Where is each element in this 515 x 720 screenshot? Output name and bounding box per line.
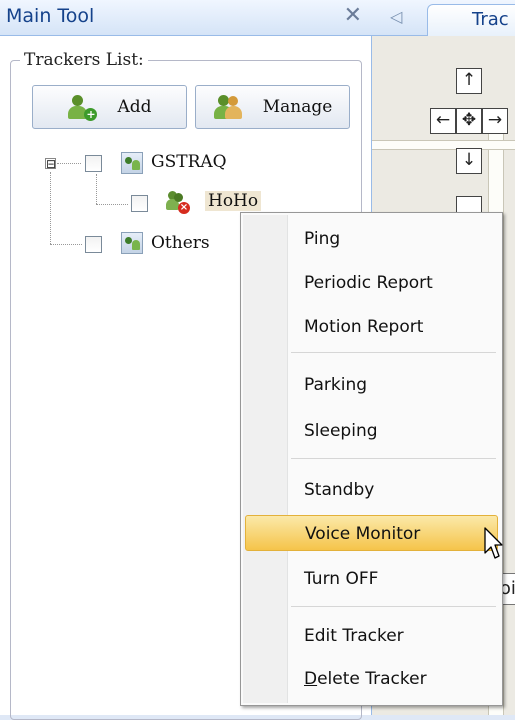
- menu-item-motion-report[interactable]: Motion Report: [245, 309, 498, 345]
- mouse-pointer-icon: [484, 527, 503, 559]
- menu-separator: [291, 458, 496, 459]
- tab-tracking-map[interactable]: Trac: [427, 4, 515, 36]
- group-icon: [121, 232, 143, 254]
- manage-button-label: Manage: [262, 97, 333, 117]
- main-tool-title: Main Tool: [6, 5, 95, 27]
- map-tabstrip: ◁ Trac: [372, 0, 515, 36]
- tree-node-others[interactable]: Others: [151, 233, 210, 253]
- menu-item-edit-tracker[interactable]: Edit Tracker: [245, 618, 498, 654]
- group-checkbox-others[interactable]: [85, 236, 102, 253]
- tab-scroll-left-icon[interactable]: ◁: [390, 7, 402, 26]
- menu-item-delete-tracker[interactable]: Delete Tracker: [245, 661, 498, 697]
- tracker-offline-icon: ×: [166, 190, 190, 214]
- tree-connector: [96, 204, 128, 205]
- collapse-toggle-icon[interactable]: ⊟: [45, 158, 56, 170]
- add-button-label: Add: [117, 97, 152, 117]
- pan-up-icon[interactable]: ↑: [456, 68, 482, 94]
- tree-connector: [50, 244, 82, 245]
- tracker-checkbox-hoho[interactable]: [131, 195, 148, 212]
- menu-separator: [291, 606, 496, 607]
- menu-item-ping[interactable]: Ping: [245, 221, 498, 257]
- tree-connector: [96, 174, 97, 204]
- add-tracker-button[interactable]: + Add: [32, 85, 187, 129]
- trackers-list-label: Trackers List:: [20, 50, 148, 70]
- tracker-context-menu: Ping Periodic Report Motion Report Parki…: [240, 212, 503, 706]
- group-icon: [121, 152, 143, 174]
- menu-item-sleeping[interactable]: Sleeping: [245, 413, 498, 449]
- menu-item-periodic-report[interactable]: Periodic Report: [245, 265, 498, 301]
- tree-node-hoho[interactable]: HoHo: [205, 191, 262, 211]
- map-road: [372, 140, 515, 150]
- tree-connector: [57, 163, 81, 164]
- pan-down-icon[interactable]: ↓: [456, 148, 482, 174]
- tree-connector: [50, 172, 51, 244]
- pan-right-icon[interactable]: →: [482, 108, 508, 134]
- main-tool-header: Main Tool ✕: [0, 0, 372, 36]
- manage-trackers-button[interactable]: Manage: [195, 85, 350, 129]
- add-user-icon: +: [67, 93, 98, 121]
- menu-item-voice-monitor[interactable]: Voice Monitor: [245, 515, 498, 551]
- menu-item-parking[interactable]: Parking: [245, 367, 498, 403]
- pan-center-icon[interactable]: ✥: [456, 108, 482, 134]
- menu-item-turn-off[interactable]: Turn OFF: [245, 561, 498, 597]
- menu-item-standby[interactable]: Standby: [245, 472, 498, 508]
- tree-node-gstraq[interactable]: GSTRAQ: [151, 152, 227, 172]
- close-icon[interactable]: ✕: [344, 3, 362, 29]
- menu-separator: [291, 352, 496, 353]
- group-checkbox-gstraq[interactable]: [85, 155, 102, 172]
- pan-left-icon[interactable]: ←: [430, 108, 456, 134]
- manage-users-icon: [213, 93, 243, 121]
